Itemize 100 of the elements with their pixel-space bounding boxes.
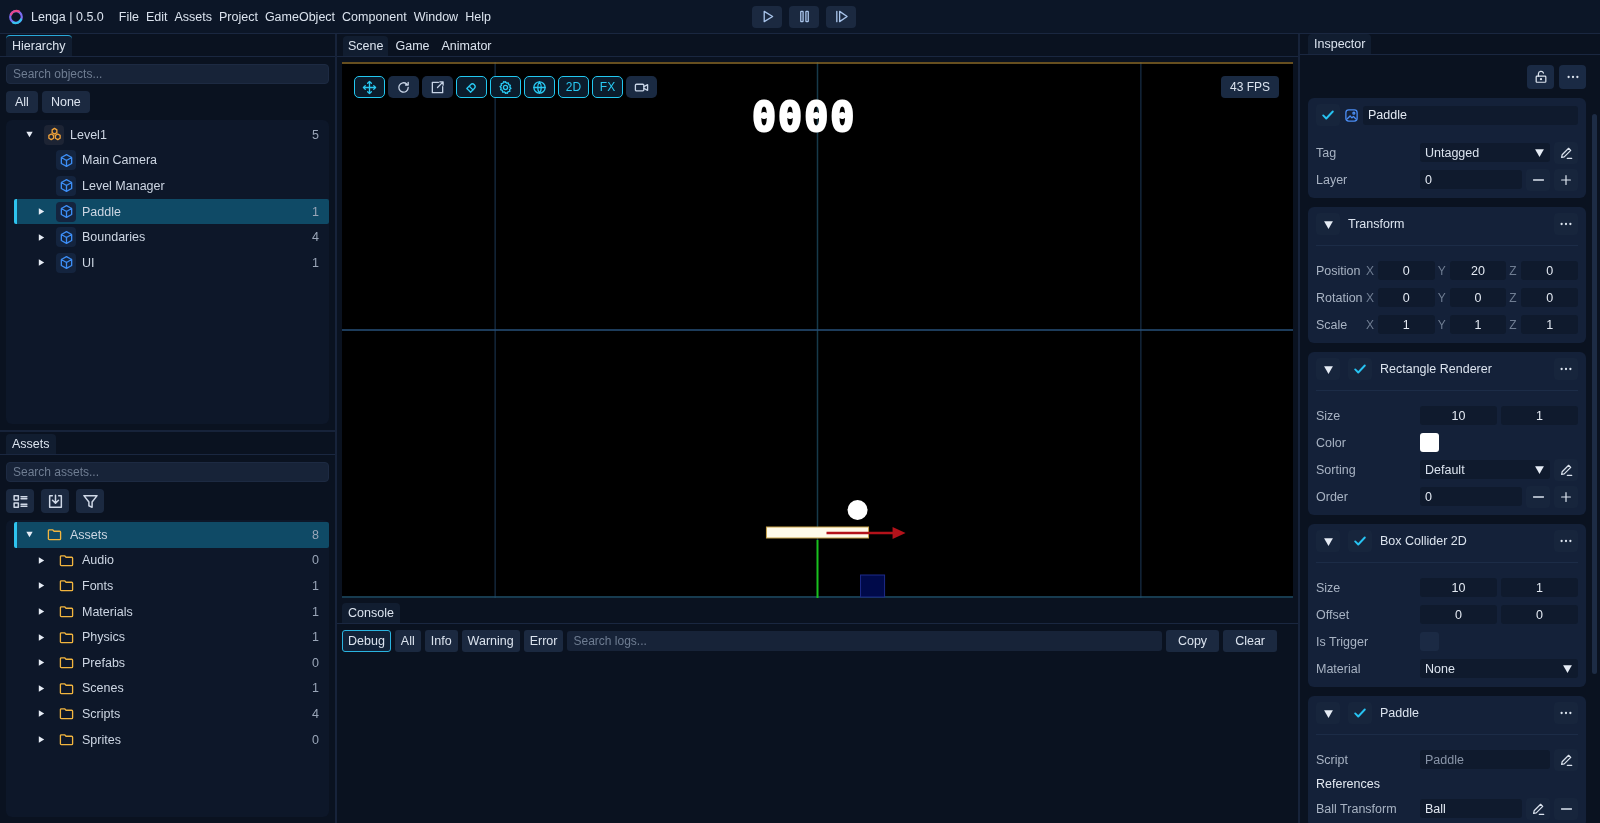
number-field[interactable]: 1 [1501,406,1578,425]
collapse-button[interactable] [1316,213,1340,235]
step-button[interactable] [826,5,856,28]
caret-icon[interactable] [37,607,46,617]
panel-tab[interactable]: Assets [6,434,56,454]
view-tab[interactable]: Animator [436,36,497,56]
tree-item[interactable]: Scripts 4 [14,701,329,727]
snap-toggle[interactable] [456,76,487,98]
log-filter-button[interactable]: Debug [342,630,391,652]
more-button[interactable] [1554,530,1578,552]
increment-button[interactable] [1554,168,1578,191]
enabled-checkbox[interactable] [1348,530,1372,552]
console-action-button[interactable]: Clear [1223,630,1277,652]
log-filter-button[interactable]: Error [523,630,564,652]
caret-icon[interactable] [37,232,46,242]
number-field[interactable]: 0 [1521,288,1578,307]
menu-item[interactable]: Component [342,9,407,24]
view-tab[interactable]: Scene [343,36,389,56]
filter-button[interactable]: All [6,91,38,113]
tree-item[interactable]: Physics 1 [14,624,329,650]
log-filter-button[interactable]: Warning [461,630,520,652]
tree-item[interactable]: Main Camera [14,147,329,174]
menu-item[interactable]: Assets [174,9,212,24]
search-field[interactable]: Search assets... [6,462,329,482]
globe-toggle[interactable] [524,76,555,98]
number-field[interactable]: 1 [1501,578,1578,597]
console-action-button[interactable]: Copy [1165,630,1220,652]
caret-icon[interactable] [37,581,46,591]
tree-item[interactable]: Sprites 0 [14,726,329,753]
panel-tab[interactable]: Inspector [1308,34,1372,54]
caret-icon[interactable] [37,658,46,668]
number-field[interactable]: 0 [1521,261,1578,280]
decrement-button[interactable] [1526,168,1550,191]
menu-item[interactable]: Help [465,9,491,24]
edit-button[interactable] [1526,797,1550,820]
more-button[interactable] [1554,358,1578,380]
tree-item[interactable]: Scenes 1 [14,675,329,702]
menu-item[interactable]: Project [219,9,258,24]
edit-button[interactable] [1554,748,1578,771]
lock-button[interactable] [1527,65,1554,89]
enabled-checkbox[interactable] [1348,702,1372,724]
panel-tab[interactable]: Console [342,603,400,623]
view-tab[interactable]: Game [390,36,435,56]
log-filter-button[interactable]: All [394,630,421,652]
tree-item[interactable]: Boundaries 4 [14,224,329,250]
caret-icon[interactable] [37,709,46,719]
remove-button[interactable] [1554,797,1578,820]
more-button[interactable] [1554,213,1578,235]
edit-button[interactable] [1554,141,1578,164]
dropdown[interactable]: Default [1420,460,1550,479]
number-field[interactable]: 0 [1378,261,1435,280]
enabled-checkbox[interactable] [1348,358,1372,380]
tree-item[interactable]: Prefabs 0 [14,649,329,676]
search-field[interactable]: Search objects... [6,64,329,84]
panel-tab[interactable]: Hierarchy [6,35,72,56]
number-field[interactable]: 1 [1449,315,1507,334]
log-filter-button[interactable]: Info [424,630,458,652]
number-field[interactable]: 10 [1420,578,1497,597]
color-swatch[interactable] [1420,433,1439,452]
scene-viewport[interactable]: 2D FX 0000 43 FPS [342,62,1293,598]
number-field[interactable]: 0 [1449,288,1507,307]
tree-item[interactable]: Fonts 1 [14,573,329,599]
scale-tool-button[interactable] [422,76,453,98]
name-field[interactable]: Paddle [1363,105,1578,125]
caret-icon[interactable] [37,683,46,693]
tree-item[interactable]: Level Manager [14,173,329,199]
tree-item[interactable]: Assets 8 [14,522,329,548]
move-tool-button[interactable] [354,76,385,98]
tree-item[interactable]: Level1 5 [14,122,329,148]
script-field[interactable]: Paddle [1420,750,1550,769]
menu-item[interactable]: Window [413,9,459,24]
edit-button[interactable] [1554,458,1578,481]
menu-item[interactable]: File [118,9,139,24]
more-button[interactable] [1554,702,1578,724]
settings-toggle[interactable] [490,76,521,98]
decrement-button[interactable] [1526,485,1550,508]
number-field[interactable]: 20 [1449,261,1507,280]
caret-icon[interactable] [25,130,34,140]
dropdown[interactable]: Untagged [1420,143,1550,162]
collapse-button[interactable] [1316,358,1340,380]
tree-item[interactable]: Audio 0 [14,547,329,574]
pause-button[interactable] [789,5,819,28]
caret-icon[interactable] [37,632,46,642]
tree-item[interactable]: Materials 1 [14,598,329,625]
collapse-button[interactable] [1316,702,1340,724]
increment-button[interactable] [1554,485,1578,508]
effects-toggle[interactable]: FX [592,76,623,98]
filter-button[interactable]: None [41,91,90,113]
filter-button[interactable] [76,489,104,513]
menu-item[interactable]: Edit [145,9,168,24]
caret-icon[interactable] [37,555,46,565]
log-search-field[interactable]: Search logs... [567,631,1162,651]
collapse-button[interactable] [1316,530,1340,552]
import-button[interactable] [41,489,69,513]
reference-field[interactable]: Ball [1420,799,1522,818]
dropdown[interactable]: None [1420,659,1578,678]
scrollbar[interactable] [1592,114,1597,674]
number-field[interactable]: 10 [1420,406,1497,425]
caret-icon[interactable] [37,258,46,268]
tree-item[interactable]: Paddle 1 [14,198,329,225]
